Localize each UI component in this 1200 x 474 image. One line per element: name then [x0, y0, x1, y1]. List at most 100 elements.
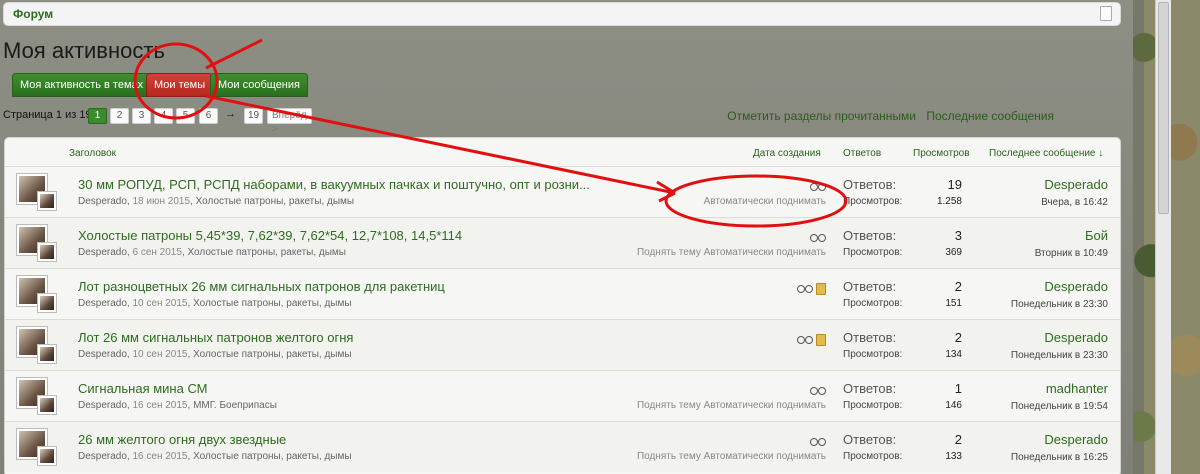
avatar-small[interactable] — [38, 345, 56, 363]
table-row: Лот 26 мм сигнальных патронов желтого ог… — [5, 319, 1120, 370]
page-link-6[interactable]: 6 — [199, 108, 218, 124]
replies-count: 2 — [954, 279, 962, 294]
page-link-last[interactable]: 19 — [244, 108, 263, 124]
last-post-date[interactable]: Понедельник в 23:30 — [1011, 299, 1108, 310]
replies-label: Ответов: — [843, 330, 897, 345]
last-post-user-link[interactable]: Desperado — [1044, 279, 1108, 294]
topic-title-link[interactable]: Сигнальная мина СМ — [78, 381, 208, 396]
scrollbar[interactable] — [1155, 0, 1171, 474]
breadcrumb-forum-link[interactable]: Форум — [13, 7, 53, 21]
watched-icon — [810, 182, 826, 192]
watched-icon — [797, 284, 813, 294]
forum-link[interactable]: Холостые патроны, ракеты, дымы — [193, 298, 352, 309]
watched-icon — [810, 386, 826, 396]
forum-link[interactable]: Холостые патроны, ракеты, дымы — [193, 451, 352, 462]
topic-date: 16 сен 2015 — [132, 451, 188, 462]
topic-icons — [797, 280, 826, 295]
replies-count: 19 — [947, 177, 962, 192]
views-count: 133 — [945, 451, 962, 462]
topic-title-link[interactable]: Лот 26 мм сигнальных патронов желтого ог… — [78, 330, 353, 345]
topic-actions[interactable]: Поднять тему Автоматически поднимать — [637, 451, 826, 462]
topics-table: Заголовок Дата создания Ответов Просмотр… — [4, 137, 1121, 474]
replies-label: Ответов: — [843, 279, 897, 294]
replies-label: Ответов: — [843, 177, 897, 192]
author-link[interactable]: Desperado — [78, 298, 127, 309]
topic-title-link[interactable]: 26 мм желтого огня двух звездные — [78, 432, 286, 447]
topic-meta: Desperado, 16 сен 2015, Холостые патроны… — [78, 451, 352, 462]
forum-link[interactable]: Холостые патроны, ракеты, дымы — [188, 247, 347, 258]
last-post-user-link[interactable]: Desperado — [1044, 177, 1108, 192]
author-link[interactable]: Desperado — [78, 196, 127, 207]
page-link-3[interactable]: 3 — [132, 108, 151, 124]
document-icon[interactable] — [1100, 6, 1112, 21]
tab-my-activity-in-topics[interactable]: Моя активность в темах — [12, 73, 152, 97]
forum-link[interactable]: Холостые патроны, ракеты, дымы — [193, 349, 352, 360]
last-post-user-link[interactable]: Desperado — [1044, 330, 1108, 345]
page-link-4[interactable]: 4 — [154, 108, 173, 124]
topic-meta: Desperado, 10 сен 2015, Холостые патроны… — [78, 298, 352, 309]
author-link[interactable]: Desperado — [78, 451, 127, 462]
tab-my-topics[interactable]: Мои темы — [146, 73, 214, 97]
last-post-date[interactable]: Понедельник в 19:54 — [1011, 401, 1108, 412]
recent-posts-link[interactable]: Последние сообщения — [926, 109, 1054, 123]
forum-link[interactable]: Холостые патроны, ракеты, дымы — [196, 196, 355, 207]
last-post-user-link[interactable]: madhanter — [1046, 381, 1108, 396]
page: Форум Моя активность Моя активность в те… — [0, 0, 1133, 474]
column-header-replies[interactable]: Ответов — [843, 148, 881, 159]
topic-actions[interactable]: Поднять тему Автоматически поднимать — [637, 400, 826, 411]
topic-title-link[interactable]: Холостые патроны 5,45*39, 7,62*39, 7,62*… — [78, 228, 462, 243]
topic-actions[interactable]: Поднять тему Автоматически поднимать — [637, 247, 826, 258]
last-post-date[interactable]: Вчера, в 16:42 — [1041, 197, 1108, 208]
forum-link[interactable]: ММГ. Боеприпасы — [193, 400, 277, 411]
table-row: Лот разноцветных 26 мм сигнальных патрон… — [5, 268, 1120, 319]
last-post-date[interactable]: Понедельник в 23:30 — [1011, 350, 1108, 361]
topic-meta: Desperado, 18 июн 2015, Холостые патроны… — [78, 196, 355, 207]
views-count: 134 — [945, 349, 962, 360]
views-label: Просмотров: — [843, 349, 903, 360]
topic-date: 10 сен 2015 — [132, 349, 188, 360]
author-link[interactable]: Desperado — [78, 247, 127, 258]
avatar-small[interactable] — [38, 243, 56, 261]
last-post-user-link[interactable]: Desperado — [1044, 432, 1108, 447]
topic-date: 18 июн 2015 — [132, 196, 191, 207]
column-header-title[interactable]: Заголовок — [69, 148, 116, 159]
author-link[interactable]: Desperado — [78, 349, 127, 360]
views-label: Просмотров: — [843, 196, 903, 207]
avatar-small[interactable] — [38, 294, 56, 312]
breadcrumb: Форум — [3, 2, 1121, 26]
page-next-button[interactable]: Вперёд > — [267, 108, 312, 135]
replies-label: Ответов: — [843, 381, 897, 396]
avatar-small[interactable] — [38, 192, 56, 210]
topic-date: 6 сен 2015 — [132, 247, 182, 258]
topic-date: 10 сен 2015 — [132, 298, 188, 309]
table-row: 26 мм желтого огня двух звездные Despera… — [5, 421, 1120, 472]
mark-forums-read-link[interactable]: Отметить разделы прочитанными — [727, 109, 916, 123]
page-link-2[interactable]: 2 — [110, 108, 129, 124]
column-header-created[interactable]: Дата создания — [753, 148, 821, 159]
last-post-user-link[interactable]: Бой — [1085, 228, 1108, 243]
last-post-date[interactable]: Понедельник в 16:25 — [1011, 452, 1108, 463]
watched-icon — [810, 233, 826, 243]
avatar-small[interactable] — [38, 396, 56, 414]
views-label: Просмотров: — [843, 451, 903, 462]
page-link-5[interactable]: 5 — [176, 108, 195, 124]
avatar-small[interactable] — [38, 447, 56, 465]
last-post-date[interactable]: Вторник в 10:49 — [1035, 248, 1108, 259]
table-row: Холостые патроны 5,45*39, 7,62*39, 7,62*… — [5, 217, 1120, 268]
topic-icons — [810, 382, 826, 396]
top-links: Отметить разделы прочитанными Последние … — [720, 109, 1054, 123]
column-header-last-post[interactable]: Последнее сообщение ↓ — [989, 148, 1103, 159]
replies-label: Ответов: — [843, 228, 897, 243]
author-link[interactable]: Desperado — [78, 400, 127, 411]
scrollbar-thumb[interactable] — [1158, 2, 1169, 214]
topic-actions[interactable]: Автоматически поднимать — [704, 196, 826, 207]
topic-icons — [810, 433, 826, 447]
tab-my-messages[interactable]: Мои сообщения — [210, 73, 308, 97]
page-link-1[interactable]: 1 — [88, 108, 107, 124]
topic-title-link[interactable]: 30 мм РОПУД, РСП, РСПД наборами, в вакуу… — [78, 177, 590, 192]
page-jump-arrow[interactable]: → — [225, 108, 236, 120]
views-count: 146 — [945, 400, 962, 411]
replies-count: 3 — [954, 228, 962, 243]
topic-title-link[interactable]: Лот разноцветных 26 мм сигнальных патрон… — [78, 279, 445, 294]
column-header-views[interactable]: Просмотров — [913, 148, 970, 159]
